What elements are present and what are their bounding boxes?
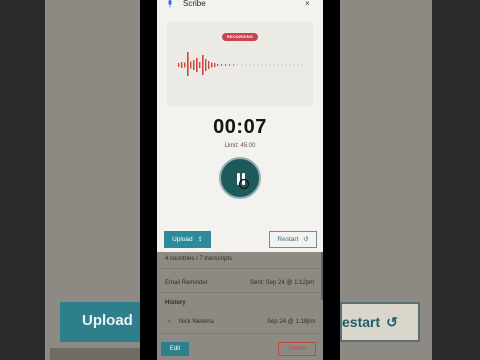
participants-text: 4 countries / 7 transcripts [165,256,233,262]
email-reminder-value: Sent: Sep 24 @ 1:12pm [250,280,315,286]
edit-label: Edit [169,346,181,352]
history-time: Sep 24 @ 1:18pm [267,319,316,325]
restart-icon: ↺ [303,236,309,243]
pause-button[interactable] [219,157,261,199]
upload-icon: ⇪ [197,236,203,243]
edit-button[interactable]: Edit [161,342,189,356]
pause-icon [237,173,250,190]
email-reminder-label: Email Reminder [165,280,208,286]
chevron-left-icon: ‹ [168,318,171,325]
background-restart-label: estart [342,314,381,330]
close-icon[interactable]: × [305,0,310,8]
recording-limit: Limit: 45:00 [224,143,256,149]
restart-icon: ↺ [386,314,398,330]
modal-header: Scribe × [157,0,323,10]
delete-button[interactable]: Delete [278,342,316,356]
mic-icon [168,0,172,8]
waveform [178,52,302,76]
history-heading: History [165,300,186,306]
restart-button[interactable]: Restart ↺ [269,231,317,248]
divider [160,268,320,269]
background-restart-button: estart ↺ [340,302,420,342]
upload-button[interactable]: Upload ⇪ [164,231,211,248]
history-item[interactable]: ‹ Nick Nieterra Sep 24 @ 1:18pm [165,318,315,325]
history-name: Nick Nieterra [179,319,214,325]
divider [160,292,320,293]
upload-label: Upload [172,236,193,243]
delete-label: Delete [288,346,306,352]
background-upload-label: Upload [82,312,133,329]
email-reminder-row: Email Reminder Sent: Sep 24 @ 1:12pm [165,280,314,286]
divider [160,333,320,334]
recording-timer: 00:07 [213,116,267,138]
waveform-panel: RECORDING [167,22,313,106]
modal-title: Scribe [183,0,206,8]
scribe-modal: Scribe × RECORDING 00:07 Limit: 45:00 Up… [157,0,323,252]
background-strip [50,348,140,360]
background-upload-button: Upload [60,302,140,342]
participants-summary: 4 countries / 7 transcripts [165,256,232,262]
restart-label: Restart [277,236,299,243]
